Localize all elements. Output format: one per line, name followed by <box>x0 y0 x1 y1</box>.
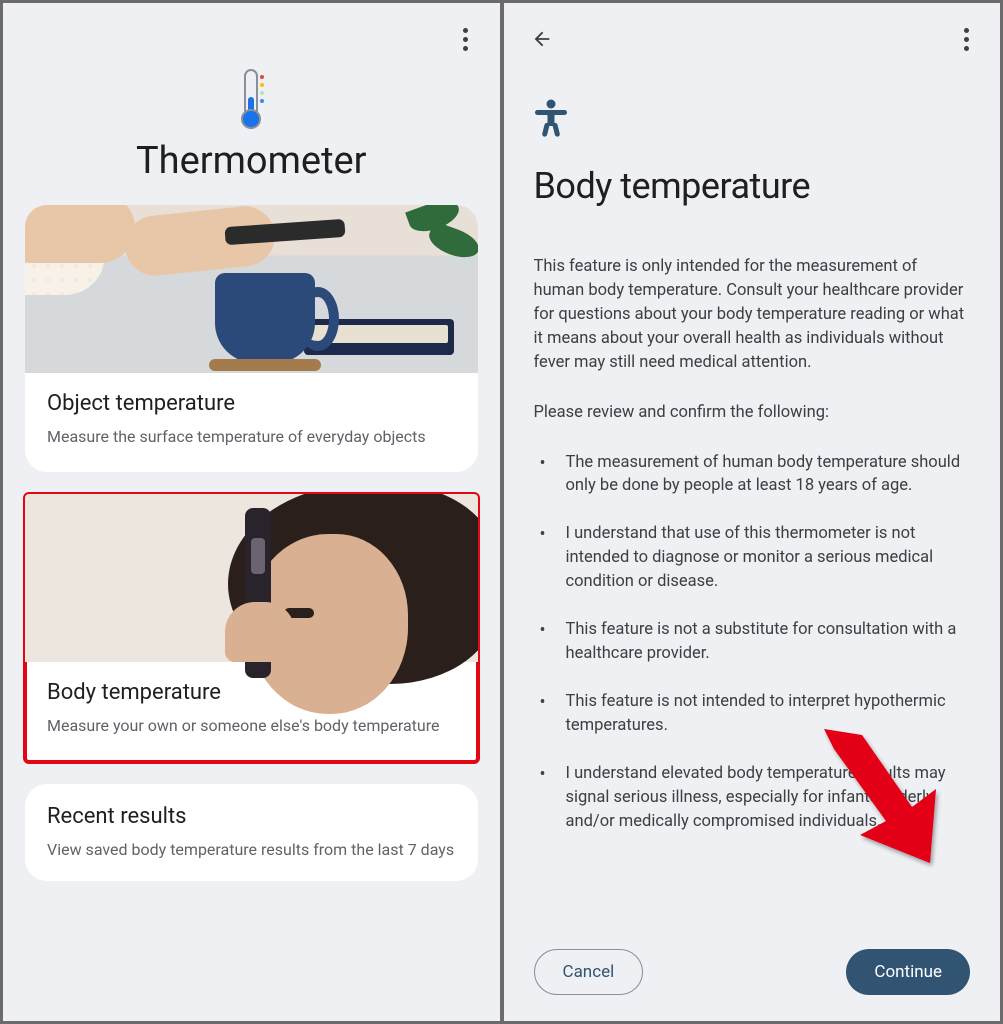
back-button[interactable] <box>524 21 560 57</box>
body-temperature-card[interactable]: Body temperature Measure your own or som… <box>25 494 478 761</box>
thermometer-icon <box>236 69 266 129</box>
object-temperature-image <box>25 205 478 373</box>
cancel-button[interactable]: Cancel <box>534 949 644 995</box>
card-title: Recent results <box>47 804 456 829</box>
continue-button[interactable]: Continue <box>846 949 970 995</box>
intro-text: This feature is only intended for the me… <box>534 255 971 375</box>
object-temperature-card[interactable]: Object temperature Measure the surface t… <box>25 205 478 472</box>
card-subtitle: Measure the surface temperature of every… <box>47 426 456 448</box>
card-title: Object temperature <box>47 391 456 416</box>
hero: Thermometer <box>3 59 500 205</box>
consent-bullet: I understand elevated body temperature r… <box>534 762 971 834</box>
accessibility-icon <box>534 99 568 137</box>
consent-bullet: This feature is not intended to interpre… <box>534 690 971 738</box>
consent-bullet: This feature is not a substitute for con… <box>534 618 971 666</box>
arrow-back-icon <box>531 28 553 50</box>
consent-bullets: The measurement of human body temperatur… <box>534 451 971 834</box>
page-title: Thermometer <box>3 139 500 183</box>
consent-bullet: I understand that use of this thermomete… <box>534 522 971 594</box>
review-prompt: Please review and confirm the following: <box>534 401 971 425</box>
body-temperature-image <box>25 494 478 662</box>
more-options-button[interactable] <box>452 19 480 59</box>
body-temperature-consent-screen: Body temperature This feature is only in… <box>504 3 1001 1021</box>
card-subtitle: Measure your own or someone else's body … <box>47 715 456 737</box>
card-title: Body temperature <box>47 680 456 705</box>
more-options-button[interactable] <box>952 19 980 59</box>
thermometer-home-screen: Thermometer Object temperature Measure t… <box>3 3 500 1021</box>
consent-bullet: The measurement of human body temperatur… <box>534 451 971 499</box>
recent-results-card[interactable]: Recent results View saved body temperatu… <box>25 784 478 881</box>
page-title: Body temperature <box>534 165 971 207</box>
card-subtitle: View saved body temperature results from… <box>47 839 456 861</box>
